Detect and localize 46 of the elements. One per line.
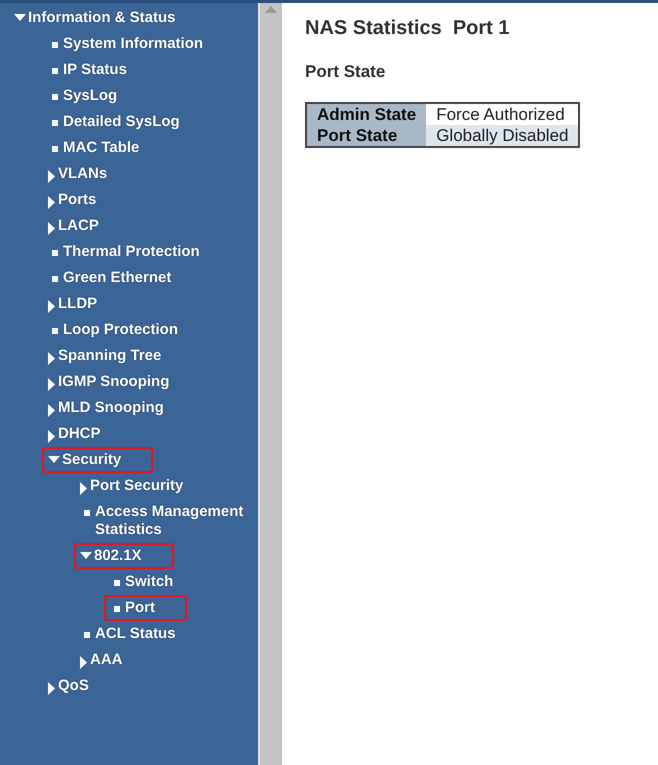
- menu-item[interactable]: MAC Table: [42, 135, 146, 161]
- menu-item[interactable]: LLDP: [42, 291, 104, 317]
- menu-item[interactable]: IGMP Snooping: [42, 369, 176, 395]
- menu-item[interactable]: AAA: [74, 647, 128, 673]
- menu-item[interactable]: Access Management Statistics: [74, 499, 251, 543]
- bullet-icon: [114, 580, 120, 586]
- menu-item[interactable]: MLD Snooping: [42, 395, 170, 421]
- menu-item[interactable]: SysLog: [42, 83, 124, 109]
- menu-item[interactable]: Information & Status: [8, 5, 182, 31]
- bullet-icon: [52, 328, 58, 334]
- bullet-icon: [84, 632, 90, 638]
- page-title: NAS Statistics Port 1: [305, 17, 511, 40]
- bullet-icon: [52, 120, 58, 126]
- table-cell: Admin State: [306, 103, 426, 125]
- bullet-icon: [52, 68, 58, 74]
- menu-item[interactable]: Port Security: [74, 473, 190, 499]
- menu-item[interactable]: Loop Protection: [42, 317, 184, 343]
- menu-item[interactable]: Security: [42, 447, 154, 473]
- menu-item[interactable]: Port: [104, 595, 187, 621]
- bullet-icon: [114, 606, 120, 612]
- menu-item[interactable]: Green Ethernet: [42, 265, 178, 291]
- menu-item[interactable]: Switch: [104, 569, 180, 595]
- menu-item[interactable]: Detailed SysLog: [42, 109, 186, 135]
- scrollbar[interactable]: [258, 3, 282, 765]
- menu-item[interactable]: QoS: [42, 673, 95, 699]
- menu-item[interactable]: DHCP: [42, 421, 107, 447]
- menu-item[interactable]: System Information: [42, 31, 210, 57]
- bullet-icon: [52, 94, 58, 100]
- menu-item[interactable]: LACP: [42, 213, 105, 239]
- menu-item[interactable]: 802.1X: [74, 543, 174, 569]
- menu-item[interactable]: VLANs: [42, 161, 114, 187]
- bullet-icon: [52, 276, 58, 282]
- section-title: Port State: [305, 62, 386, 82]
- table-cell: Port State: [306, 125, 426, 147]
- menu-item[interactable]: ACL Status: [74, 621, 182, 647]
- scroll-up-icon[interactable]: [265, 6, 277, 13]
- menu-item[interactable]: IP Status: [42, 57, 133, 83]
- menu-item[interactable]: Thermal Protection: [42, 239, 206, 265]
- bullet-icon: [84, 510, 90, 516]
- bullet-icon: [52, 42, 58, 48]
- bullet-icon: [52, 250, 58, 256]
- menu-item[interactable]: Spanning Tree: [42, 343, 168, 369]
- table-cell: Force Authorized: [426, 103, 580, 125]
- menu-item[interactable]: Ports: [42, 187, 102, 213]
- table-cell: Globally Disabled: [426, 125, 580, 147]
- bullet-icon: [52, 146, 58, 152]
